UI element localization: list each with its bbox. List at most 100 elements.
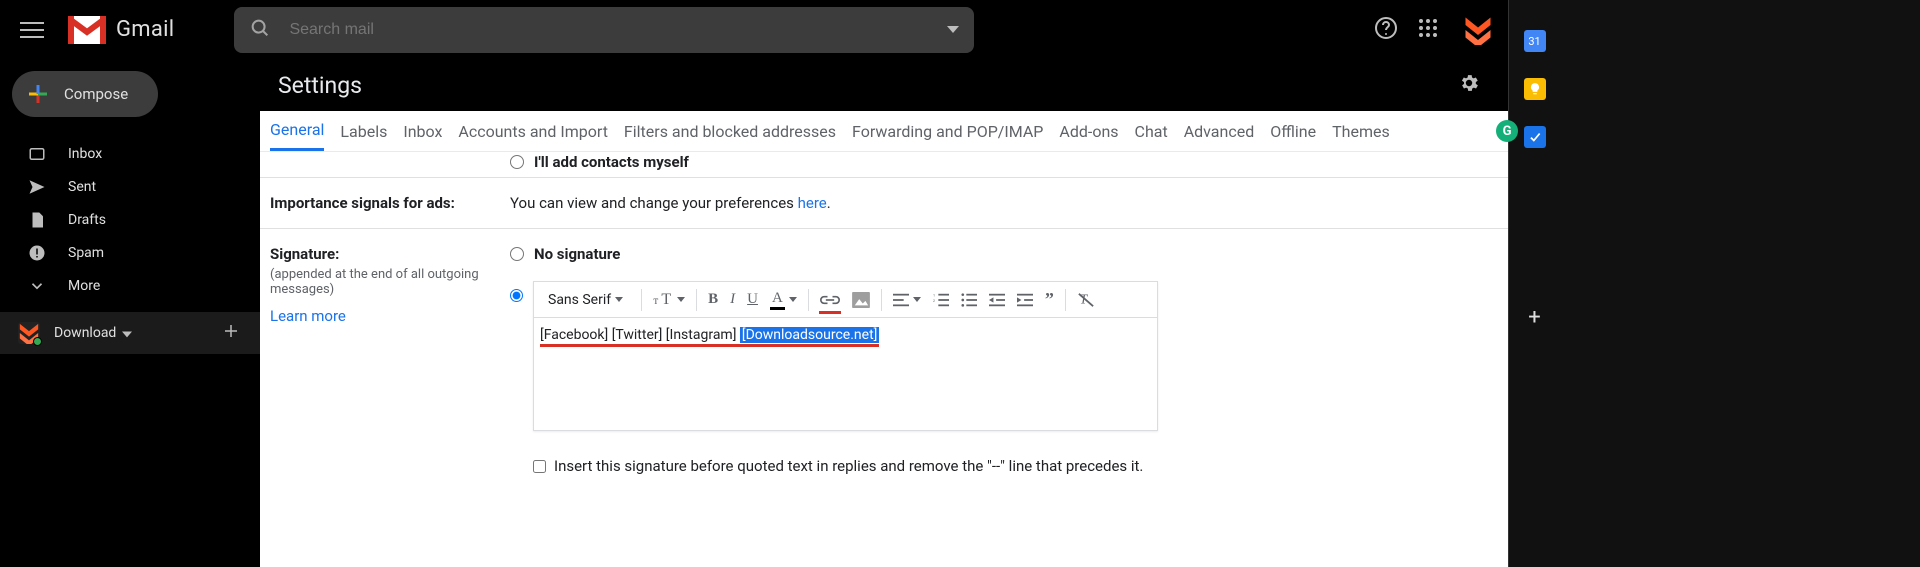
compose-plus-icon bbox=[26, 82, 50, 106]
side-panel: 31 + bbox=[1508, 0, 1560, 567]
search-options-icon[interactable] bbox=[947, 20, 959, 39]
svg-text:1: 1 bbox=[933, 293, 935, 297]
radio-no-signature[interactable]: No signature bbox=[510, 245, 1488, 263]
radio-input[interactable] bbox=[510, 247, 524, 261]
signature-learn-more-link[interactable]: Learn more bbox=[270, 307, 346, 325]
insert-signature-checkbox-row[interactable]: Insert this signature before quoted text… bbox=[533, 449, 1158, 475]
row-signature: Signature: (appended at the end of all o… bbox=[260, 229, 1508, 491]
radio-use-signature[interactable] bbox=[510, 289, 523, 302]
grammarly-badge[interactable]: G bbox=[1496, 120, 1518, 142]
signature-subtitle: (appended at the end of all outgoing mes… bbox=[270, 267, 510, 297]
header-right bbox=[1374, 10, 1498, 50]
sidebar-item-inbox[interactable]: Inbox bbox=[0, 137, 260, 170]
tab-inbox[interactable]: Inbox bbox=[403, 122, 442, 141]
calendar-addon-icon[interactable]: 31 bbox=[1524, 30, 1546, 52]
numbered-list-button[interactable]: 12 bbox=[928, 286, 954, 314]
brand-text: Gmail bbox=[116, 17, 174, 42]
insert-link-button[interactable] bbox=[815, 286, 845, 314]
tasks-addon-icon[interactable] bbox=[1524, 126, 1546, 148]
sidebar-item-label: Inbox bbox=[68, 146, 102, 162]
tab-forwarding[interactable]: Forwarding and POP/IMAP bbox=[852, 122, 1043, 141]
align-button[interactable] bbox=[888, 286, 926, 314]
row-autocontacts-cutoff: I'll add contacts myself bbox=[260, 152, 1508, 178]
quote-button[interactable]: ” bbox=[1040, 286, 1059, 314]
sidebar-item-more[interactable]: More bbox=[0, 269, 260, 302]
tab-general[interactable]: General bbox=[270, 111, 324, 151]
bold-button[interactable]: B bbox=[703, 286, 723, 314]
svg-text:т: т bbox=[654, 295, 659, 307]
settings-tabs: General Labels Inbox Accounts and Import… bbox=[260, 111, 1508, 152]
signature-textarea[interactable]: [Facebook] [Twitter] [Instagram] [Downlo… bbox=[534, 318, 1157, 430]
account-row[interactable]: Download bbox=[0, 312, 260, 354]
menu-icon[interactable] bbox=[20, 18, 44, 42]
get-addons-icon[interactable]: + bbox=[1528, 305, 1540, 330]
inbox-icon bbox=[28, 145, 46, 163]
sidebar-item-spam[interactable]: Spam bbox=[0, 236, 260, 269]
tab-chat[interactable]: Chat bbox=[1135, 122, 1168, 141]
insert-signature-checkbox[interactable] bbox=[533, 460, 546, 473]
tab-offline[interactable]: Offline bbox=[1270, 122, 1316, 141]
settings-content[interactable]: I'll add contacts myself Importance sign… bbox=[260, 152, 1508, 567]
tab-themes[interactable]: Themes bbox=[1332, 122, 1390, 141]
remove-formatting-button[interactable]: T bbox=[1072, 286, 1100, 314]
settings-title-row: Settings bbox=[260, 59, 1508, 111]
account-name: Download bbox=[54, 325, 116, 341]
text-color-button[interactable]: A bbox=[765, 286, 802, 314]
tab-labels[interactable]: Labels bbox=[340, 122, 387, 141]
app-body: Compose Inbox Sent Drafts Spam bbox=[0, 59, 1508, 567]
tab-filters[interactable]: Filters and blocked addresses bbox=[624, 122, 836, 141]
gmail-logo[interactable]: Gmail bbox=[68, 16, 174, 44]
keep-addon-icon[interactable] bbox=[1524, 78, 1546, 100]
tab-addons[interactable]: Add-ons bbox=[1059, 122, 1118, 141]
presence-dot bbox=[33, 337, 42, 346]
search-input[interactable] bbox=[289, 21, 937, 39]
sidebar-item-label: Drafts bbox=[68, 212, 106, 228]
importance-here-link[interactable]: here bbox=[798, 194, 827, 212]
italic-button[interactable]: I bbox=[725, 286, 740, 314]
page-title: Settings bbox=[278, 72, 362, 99]
font-family-select[interactable]: Sans Serif bbox=[540, 286, 635, 314]
row-value: No signature Sans Serif тT bbox=[510, 245, 1488, 475]
settings-gear-icon[interactable] bbox=[1458, 72, 1480, 98]
row-importance-signals: Importance signals for ads: You can view… bbox=[260, 178, 1508, 229]
row-value: You can view and change your preferences… bbox=[510, 194, 1488, 212]
account-caret-icon[interactable] bbox=[122, 324, 132, 343]
sidebar-item-drafts[interactable]: Drafts bbox=[0, 203, 260, 236]
svg-text:T: T bbox=[662, 292, 672, 308]
svg-text:2: 2 bbox=[933, 298, 935, 302]
signature-editor: Sans Serif тT B I U A bbox=[533, 281, 1158, 431]
radio-add-contacts-myself[interactable]: I'll add contacts myself bbox=[510, 153, 1488, 171]
compose-button[interactable]: Compose bbox=[12, 71, 158, 117]
tab-advanced[interactable]: Advanced bbox=[1184, 122, 1255, 141]
extension-brand-icon[interactable] bbox=[1458, 10, 1498, 50]
tab-accounts-import[interactable]: Accounts and Import bbox=[458, 122, 608, 141]
apps-grid-icon[interactable] bbox=[1418, 18, 1438, 42]
gmail-app: Gmail bbox=[0, 0, 1508, 567]
sidebar-item-sent[interactable]: Sent bbox=[0, 170, 260, 203]
drafts-icon bbox=[28, 211, 46, 229]
help-icon[interactable] bbox=[1374, 16, 1398, 44]
sidebar-item-label: Spam bbox=[68, 245, 104, 261]
signature-title: Signature: bbox=[270, 245, 339, 263]
settings-panel: Settings General Labels Inbox Accounts a… bbox=[260, 59, 1508, 567]
sent-icon bbox=[28, 178, 46, 196]
radio-label: No signature bbox=[534, 245, 620, 263]
indent-more-button[interactable] bbox=[1012, 286, 1038, 314]
signature-text-plain: [Facebook] [Twitter] [Instagram] bbox=[540, 327, 740, 343]
indent-less-button[interactable] bbox=[984, 286, 1010, 314]
insert-image-button[interactable] bbox=[847, 286, 875, 314]
bulleted-list-button[interactable] bbox=[956, 286, 982, 314]
font-size-button[interactable]: тT bbox=[648, 286, 690, 314]
importance-text-before: You can view and change your preferences bbox=[510, 194, 798, 212]
underline-button[interactable]: U bbox=[742, 286, 763, 314]
search-icon[interactable] bbox=[249, 17, 271, 43]
spam-icon bbox=[28, 244, 46, 262]
search-bar[interactable] bbox=[234, 7, 974, 53]
sidebar-item-label: Sent bbox=[68, 179, 96, 195]
sidebar-item-label: More bbox=[68, 278, 100, 294]
new-chat-icon[interactable] bbox=[222, 322, 240, 344]
radio-input[interactable] bbox=[510, 155, 524, 169]
signature-text-selected: [Downloadsource.net] bbox=[740, 327, 879, 343]
editor-toolbar: Sans Serif тT B I U A bbox=[534, 282, 1157, 318]
compose-label: Compose bbox=[64, 85, 128, 103]
